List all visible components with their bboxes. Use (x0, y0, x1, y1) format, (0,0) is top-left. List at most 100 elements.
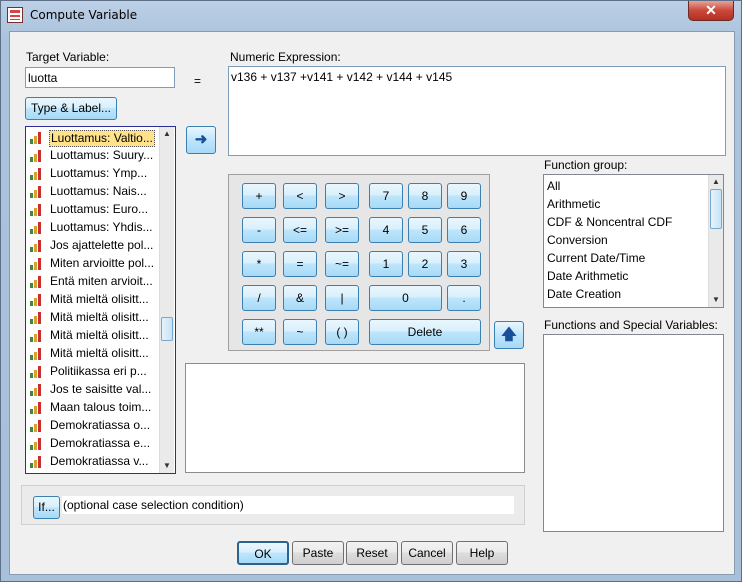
operator-key[interactable]: ** (242, 319, 276, 345)
digit-key[interactable]: 9 (447, 183, 481, 209)
variable-list-item[interactable]: Mitä mieltä olisitt... (28, 291, 160, 309)
digit-key[interactable]: 2 (408, 251, 442, 277)
function-group-scrollbar[interactable]: ▲ ▼ (708, 175, 723, 307)
variable-label: Politiikassa eri p... (50, 364, 147, 378)
ordinal-variable-icon (30, 186, 44, 198)
operator-key[interactable]: & (283, 285, 317, 311)
operator-key[interactable]: ~= (325, 251, 359, 277)
delete-key[interactable]: Delete (369, 319, 481, 345)
variable-list-item[interactable]: Demokratiassa v... (28, 453, 160, 471)
functions-list[interactable] (543, 334, 724, 532)
variable-list-item[interactable]: Luottamus: Valtio... (28, 129, 160, 147)
operator-key[interactable]: >= (325, 217, 359, 243)
ordinal-variable-icon (30, 330, 44, 342)
decimal-point-key[interactable]: . (447, 285, 481, 311)
ordinal-variable-icon (30, 366, 44, 378)
function-group-item[interactable]: Date Extraction (547, 303, 629, 307)
numeric-expression-value: v136 + v137 +v141 + v142 + v144 + v145 (231, 70, 453, 84)
function-group-item[interactable]: All (547, 177, 560, 195)
digit-key[interactable]: 7 (369, 183, 403, 209)
variable-list-item[interactable]: Demokratiassa e... (28, 435, 160, 453)
digit-key[interactable]: 8 (408, 183, 442, 209)
variable-list-item[interactable]: Maan talous toim... (28, 399, 160, 417)
variable-list-item[interactable]: Entä miten arvioit... (28, 273, 160, 291)
digit-key[interactable]: 5 (408, 217, 442, 243)
variable-label: Demokratiassa e... (50, 436, 151, 450)
arrow-up-icon: 🡅 (501, 326, 517, 343)
numeric-expression-input[interactable]: v136 + v137 +v141 + v142 + v144 + v145 (228, 66, 726, 156)
digit-key[interactable]: 4 (369, 217, 403, 243)
type-label-button[interactable]: Type & Label... (25, 97, 117, 120)
variable-list-item[interactable]: Mitä mieltä olisitt... (28, 309, 160, 327)
paste-button[interactable]: Paste (292, 541, 344, 565)
operator-key[interactable]: | (325, 285, 359, 311)
cancel-button[interactable]: Cancel (401, 541, 453, 565)
variable-list-item[interactable]: Politiikassa eri p... (28, 363, 160, 381)
variable-list-item[interactable]: Luottamus: Yhdis... (28, 219, 160, 237)
digit-key[interactable]: 3 (447, 251, 481, 277)
operator-key[interactable]: + (242, 183, 276, 209)
scroll-up-icon[interactable]: ▲ (709, 175, 723, 189)
scroll-down-icon[interactable]: ▼ (160, 459, 174, 473)
operator-key[interactable]: ~ (283, 319, 317, 345)
operator-key[interactable]: / (242, 285, 276, 311)
operator-key[interactable]: < (283, 183, 317, 209)
help-button[interactable]: Help (456, 541, 508, 565)
variable-label: Mitä mieltä olisitt... (50, 346, 149, 360)
operator-key[interactable]: ( ) (325, 319, 359, 345)
function-group-item[interactable]: Date Arithmetic (547, 267, 628, 285)
variable-list-item[interactable]: Luottamus: Euro... (28, 201, 160, 219)
operator-key[interactable]: = (283, 251, 317, 277)
operator-key[interactable]: > (325, 183, 359, 209)
title-bar[interactable]: Compute Variable ✕ (1, 1, 741, 29)
variable-list-item[interactable]: Luottamus: Nais... (28, 183, 160, 201)
ok-button[interactable]: OK (237, 541, 289, 565)
function-group-list[interactable]: Date ExtractionDate CreationDate Arithme… (543, 174, 724, 308)
scroll-up-icon[interactable]: ▲ (160, 127, 174, 141)
compute-variable-dialog: Compute Variable ✕ Target Variable: luot… (0, 0, 742, 582)
function-group-item[interactable]: Date Creation (547, 285, 621, 303)
digit-key-zero[interactable]: 0 (369, 285, 442, 311)
variable-list-item[interactable]: Demokratiassa o... (28, 417, 160, 435)
function-group-item[interactable]: Conversion (547, 231, 608, 249)
scroll-down-icon[interactable]: ▼ (709, 293, 723, 307)
variable-label: Luottamus: Valtio... (49, 130, 155, 147)
variable-list-item[interactable]: Mitä mieltä olisitt... (28, 327, 160, 345)
function-group-item[interactable]: Arithmetic (547, 195, 600, 213)
ordinal-variable-icon (30, 456, 44, 468)
variable-list[interactable]: ▲ ▼ Luottamus: Valtio... Luottamus: Suury… (25, 126, 176, 474)
reset-button[interactable]: Reset (346, 541, 398, 565)
digit-key[interactable]: 1 (369, 251, 403, 277)
variable-list-item[interactable]: Miten arvioitte pol... (28, 255, 160, 273)
function-group-scroll-thumb[interactable] (710, 189, 722, 229)
operator-key[interactable]: * (242, 251, 276, 277)
variable-label: Jos te saisitte val... (50, 382, 152, 396)
calculator-pad: + < > - <= >= * = ~= / & | ** ~ ( ) 7 8 9 4 5 6 1 2 3 0. Delete (228, 174, 490, 351)
variable-list-item[interactable]: Jos ajattelette pol... (28, 237, 160, 255)
variable-list-scrollbar[interactable]: ▲ ▼ (159, 127, 174, 473)
app-icon (7, 7, 23, 23)
variable-list-item[interactable]: Jos te saisitte val... (28, 381, 160, 399)
target-variable-label: Target Variable: (26, 50, 110, 64)
close-button[interactable]: ✕ (688, 1, 734, 21)
move-function-button[interactable]: 🡅 (494, 321, 524, 349)
variable-list-item[interactable]: Luottamus: Ymp... (28, 165, 160, 183)
variable-list-scroll-thumb[interactable] (161, 317, 173, 341)
move-variable-button[interactable]: ➜ (186, 126, 216, 154)
digit-key[interactable]: 6 (447, 217, 481, 243)
ordinal-variable-icon (30, 294, 44, 306)
operator-key[interactable]: - (242, 217, 276, 243)
variable-label: Mitä mieltä olisitt... (50, 292, 149, 306)
ordinal-variable-icon (30, 132, 44, 144)
operator-key[interactable]: <= (283, 217, 317, 243)
function-group-item[interactable]: Current Date/Time (547, 249, 645, 267)
if-condition-text: (optional case selection condition) (63, 498, 244, 512)
target-variable-value: luotta (28, 71, 58, 85)
ordinal-variable-icon (30, 258, 44, 270)
variable-list-item[interactable]: Mitä mieltä olisitt... (28, 345, 160, 363)
variable-label: Miten arvioitte pol... (50, 256, 155, 270)
if-button[interactable]: If... (33, 496, 60, 519)
variable-list-item[interactable]: Luottamus: Suury... (28, 147, 160, 165)
function-group-item[interactable]: CDF & Noncentral CDF (547, 213, 672, 231)
target-variable-input[interactable]: luotta (25, 67, 175, 88)
